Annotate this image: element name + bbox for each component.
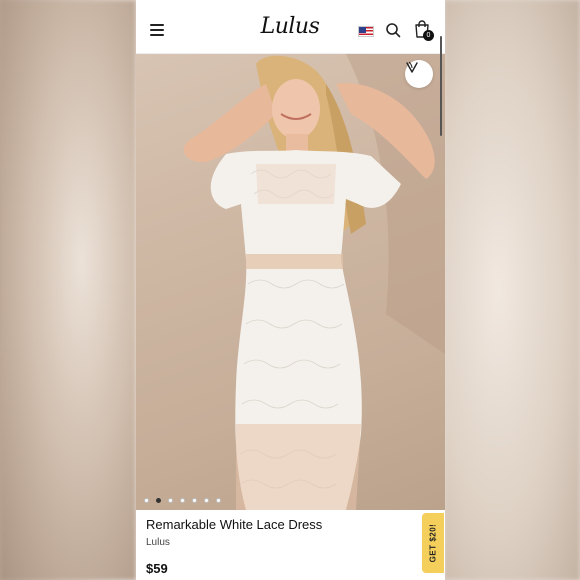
- background-blur-left: [0, 0, 136, 580]
- product-photo: [183, 54, 445, 510]
- gallery-dot[interactable]: [204, 498, 209, 503]
- gallery-dot[interactable]: [156, 498, 161, 503]
- gallery-dot[interactable]: [180, 498, 185, 503]
- wishlist-button[interactable]: [405, 60, 433, 88]
- gallery-pagination: [144, 498, 221, 504]
- gallery-dot[interactable]: [216, 498, 221, 503]
- promo-tab[interactable]: GET $20!: [422, 513, 444, 573]
- gallery-dot[interactable]: [192, 498, 197, 503]
- background-blur-right: [444, 0, 580, 580]
- search-icon[interactable]: [385, 22, 401, 38]
- promo-label: GET $20!: [428, 523, 438, 563]
- heart-v-icon: [406, 61, 418, 73]
- product-price: $59: [146, 561, 168, 576]
- mobile-screen: Lulus 0 Remarkable White Lace Dress Lulu…: [136, 0, 445, 580]
- us-flag-icon[interactable]: [358, 26, 374, 37]
- brand-logo[interactable]: Lulus: [260, 13, 320, 41]
- top-navigation-bar: Lulus 0: [136, 0, 445, 54]
- product-brand[interactable]: Lulus: [146, 537, 170, 548]
- gallery-dot[interactable]: [144, 498, 149, 503]
- scrollbar[interactable]: [440, 36, 442, 136]
- gallery-dot[interactable]: [168, 498, 173, 503]
- menu-icon[interactable]: [150, 24, 164, 36]
- product-info: Remarkable White Lace Dress Lulus $59 GE…: [136, 510, 445, 580]
- product-image-gallery[interactable]: [136, 54, 445, 510]
- product-title[interactable]: Remarkable White Lace Dress: [146, 517, 322, 532]
- cart-count-badge: 0: [423, 30, 434, 41]
